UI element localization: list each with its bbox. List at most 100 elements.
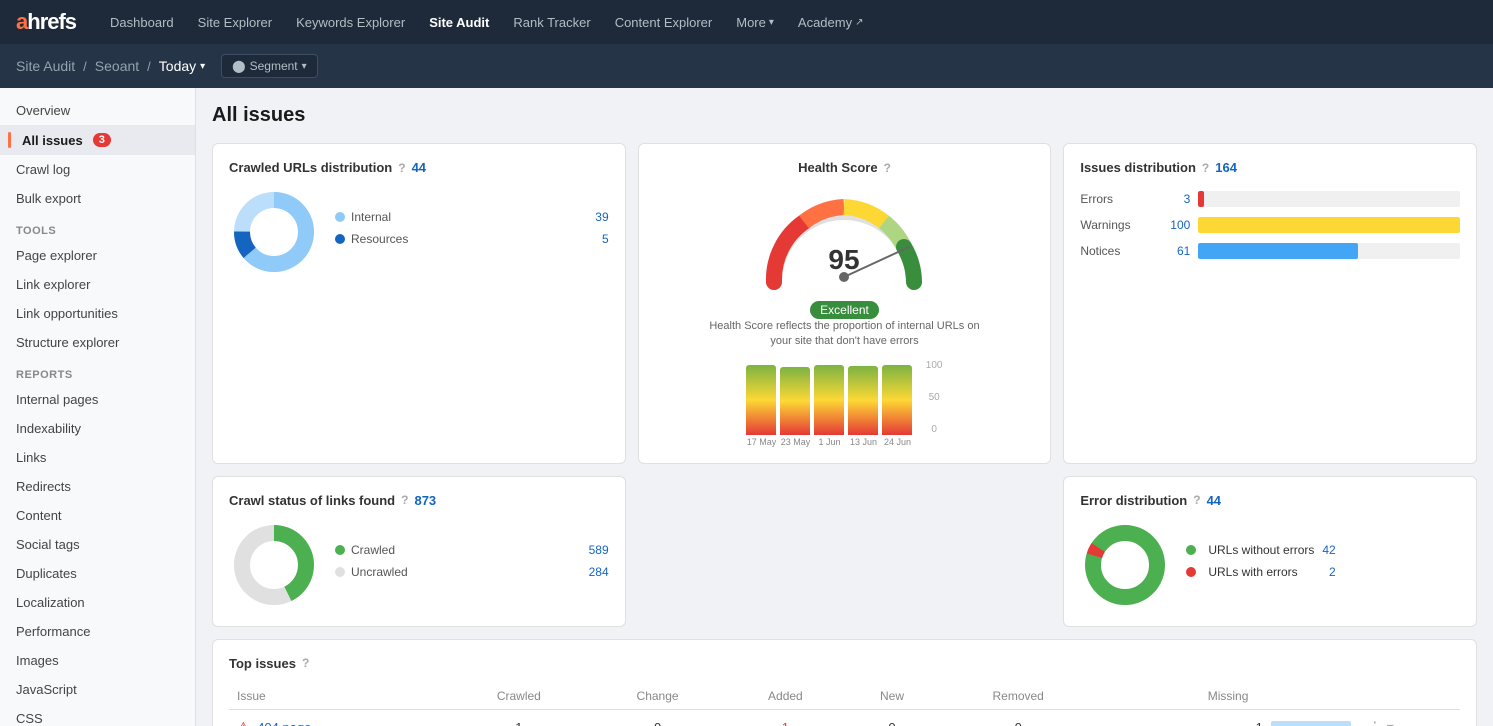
bar-label-4: 13 Jun xyxy=(848,437,878,447)
errors-bar-row: Errors 3 xyxy=(1080,191,1460,207)
sidebar-item-internal-pages[interactable]: Internal pages xyxy=(0,385,195,414)
notices-bar-track xyxy=(1198,243,1460,259)
logo[interactable]: ahrefs xyxy=(16,9,76,35)
errors-count: 3 xyxy=(1150,192,1190,206)
top-issues-title: Top issues ? xyxy=(229,656,1460,671)
with-errors-legend: URLs with errors 2 xyxy=(1186,565,1335,579)
chart-wrapper: 100 50 0 17 May 23 May 1 Jun 13 Jun 24 J… xyxy=(746,360,942,447)
top-cards-row: Crawled URLs distribution ? 44 Intern xyxy=(212,143,1477,464)
sidebar-item-social-tags[interactable]: Social tags xyxy=(0,530,195,559)
internal-val: 39 xyxy=(595,210,608,224)
nav-site-explorer[interactable]: Site Explorer xyxy=(188,9,282,36)
notices-bar-fill xyxy=(1198,243,1358,259)
bar-labels: 17 May 23 May 1 Jun 13 Jun 24 Jun xyxy=(746,437,942,447)
nav-rank-tracker[interactable]: Rank Tracker xyxy=(503,9,600,36)
col-issue: Issue xyxy=(229,683,448,710)
nav-academy[interactable]: Academy ↗ xyxy=(788,9,874,36)
sidebar-item-all-issues[interactable]: All issues 3 xyxy=(0,125,195,155)
sidebar-item-css[interactable]: CSS xyxy=(0,704,195,726)
sidebar-item-content[interactable]: Content xyxy=(0,501,195,530)
help-icon[interactable]: ? xyxy=(1202,161,1209,175)
nav-keywords-explorer[interactable]: Keywords Explorer xyxy=(286,9,415,36)
nav-more[interactable]: More ▾ xyxy=(726,9,784,36)
legend-uncrawled: Uncrawled 284 xyxy=(335,565,609,579)
sidebar-item-structure-explorer[interactable]: Structure explorer xyxy=(0,328,195,357)
crawled-urls-count: 44 xyxy=(412,160,426,175)
nav-site-audit[interactable]: Site Audit xyxy=(419,9,499,36)
warnings-bar-track xyxy=(1198,217,1460,233)
expand-icon-1[interactable]: ▾ xyxy=(1387,719,1394,726)
help-icon[interactable]: ? xyxy=(884,161,891,175)
issue-name-1[interactable]: 404 page xyxy=(257,720,311,726)
errors-bar-fill xyxy=(1198,191,1203,207)
nav-dashboard[interactable]: Dashboard xyxy=(100,9,184,36)
sidebar-item-images[interactable]: Images xyxy=(0,646,195,675)
error-distribution-card: Error distribution ? 44 URLs without err… xyxy=(1063,476,1477,627)
nav-content-explorer[interactable]: Content Explorer xyxy=(605,9,723,36)
error-dist-legend: URLs without errors 42 URLs with errors … xyxy=(1186,543,1335,587)
errors-label: Errors xyxy=(1080,192,1150,206)
error-dist-donut xyxy=(1080,520,1170,610)
error-dist-donut-row: URLs without errors 42 URLs with errors … xyxy=(1080,520,1460,610)
svg-text:95: 95 xyxy=(829,244,860,275)
help-icon[interactable]: ? xyxy=(302,656,309,670)
breadcrumb-sep2: / xyxy=(147,59,151,74)
crawled-urls-donut xyxy=(229,187,319,277)
bar-label-2: 23 May xyxy=(780,437,810,447)
breadcrumb-sep1: / xyxy=(83,59,87,74)
crawl-status-donut xyxy=(229,520,319,610)
help-icon[interactable]: ? xyxy=(401,493,408,507)
top-navigation: ahrefs Dashboard Site Explorer Keywords … xyxy=(0,0,1493,44)
sidebar-item-page-explorer[interactable]: Page explorer xyxy=(0,241,195,270)
help-icon[interactable]: ? xyxy=(398,161,405,175)
missing-bar-1: 1 xyxy=(1105,720,1350,726)
warnings-bar-fill xyxy=(1198,217,1460,233)
segment-icon: ⬤ xyxy=(232,59,245,73)
breadcrumb-current[interactable]: Today ▾ xyxy=(159,58,205,74)
row-actions-1: ⋮ ▾ xyxy=(1367,718,1452,726)
all-issues-badge: 3 xyxy=(93,133,111,147)
sidebar-item-bulk-export[interactable]: Bulk export xyxy=(0,184,195,213)
crawl-status-total: 873 xyxy=(414,493,436,508)
crawled-val: 589 xyxy=(589,543,609,557)
notices-count: 61 xyxy=(1150,244,1190,258)
sidebar-item-link-opportunities[interactable]: Link opportunities xyxy=(0,299,195,328)
bar-label-3: 1 Jun xyxy=(814,437,844,447)
legend-crawled: Crawled 589 xyxy=(335,543,609,557)
dots-menu-1[interactable]: ⋮ xyxy=(1367,718,1383,726)
sidebar-item-redirects[interactable]: Redirects xyxy=(0,472,195,501)
crawled-cell-1: 1 xyxy=(448,709,589,726)
health-score-card: Health Score ? xyxy=(638,143,1052,464)
sidebar: Overview All issues 3 Crawl log Bulk exp… xyxy=(0,88,196,726)
segment-button[interactable]: ⬤ Segment ▾ xyxy=(221,54,318,78)
sidebar-item-javascript[interactable]: JavaScript xyxy=(0,675,195,704)
history-bar-1 xyxy=(746,365,776,435)
warnings-bar-row: Warnings 100 xyxy=(1080,217,1460,233)
main-content: All issues Crawled URLs distribution ? 4… xyxy=(196,88,1493,726)
breadcrumb-site-audit[interactable]: Site Audit xyxy=(16,58,75,74)
help-icon[interactable]: ? xyxy=(1193,493,1200,507)
sidebar-item-performance[interactable]: Performance xyxy=(0,617,195,646)
col-crawled: Crawled xyxy=(448,683,589,710)
new-cell-1: 0 xyxy=(845,709,939,726)
removed-cell-1: 0 xyxy=(939,709,1097,726)
crawl-status-legend: Crawled 589 Uncrawled 284 xyxy=(335,543,609,587)
added-cell-1: 1 xyxy=(726,709,845,726)
breadcrumb-project[interactable]: Seoant xyxy=(95,58,139,74)
top-issues-card: Top issues ? Issue Crawled Change Added … xyxy=(212,639,1477,726)
issue-cell-1: ⚠ 404 page xyxy=(229,709,448,726)
sidebar-item-localization[interactable]: Localization xyxy=(0,588,195,617)
sidebar-section-tools: Tools xyxy=(0,213,195,241)
history-bar-3 xyxy=(814,365,844,435)
warnings-count: 100 xyxy=(1150,218,1190,232)
sidebar-item-link-explorer[interactable]: Link explorer xyxy=(0,270,195,299)
sidebar-item-overview[interactable]: Overview xyxy=(0,96,195,125)
nav-links: Dashboard Site Explorer Keywords Explore… xyxy=(100,9,873,36)
sidebar-item-crawl-log[interactable]: Crawl log xyxy=(0,155,195,184)
sidebar-item-indexability[interactable]: Indexability xyxy=(0,414,195,443)
sidebar-item-links[interactable]: Links xyxy=(0,443,195,472)
no-errors-val: 42 xyxy=(1322,543,1335,557)
crawl-status-card: Crawl status of links found ? 873 Crawle… xyxy=(212,476,626,627)
sidebar-item-duplicates[interactable]: Duplicates xyxy=(0,559,195,588)
history-bar-2 xyxy=(780,367,810,435)
